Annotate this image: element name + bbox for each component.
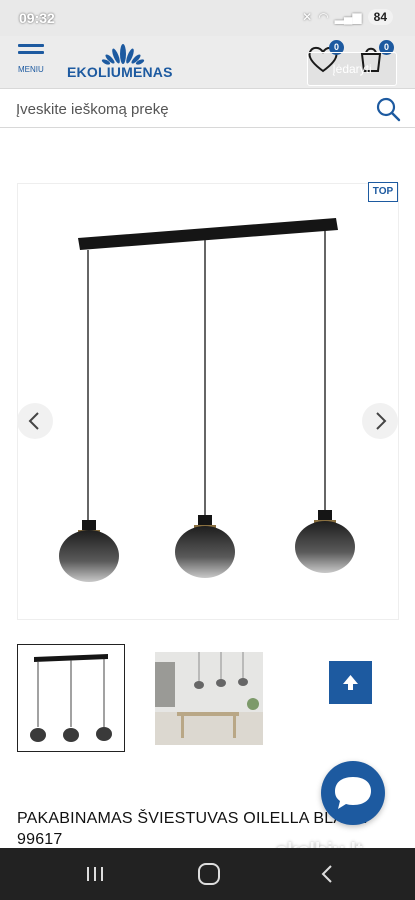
thumbnail-image [30, 654, 112, 742]
status-time: 09:32 [19, 10, 55, 26]
recent-apps-icon [87, 867, 103, 881]
menu-icon-bar [18, 51, 44, 54]
login-button[interactable]: Įėdaryti [307, 52, 397, 86]
menu-icon [18, 44, 44, 47]
thumbnail-image [155, 652, 263, 745]
logo-icon [101, 44, 145, 65]
status-icons: ✕ ◠ ▂▄▆ 84 [302, 9, 393, 25]
menu-button[interactable]: MENIU [18, 44, 48, 80]
gallery-thumbnail[interactable] [17, 644, 125, 752]
back-button[interactable] [314, 862, 340, 886]
signal-icon: ▂▄▆ [334, 10, 362, 24]
chevron-right-icon [376, 412, 387, 430]
home-button[interactable] [196, 862, 222, 886]
search-button[interactable] [375, 96, 401, 122]
battery-indicator: 84 [367, 9, 393, 25]
chat-icon [335, 777, 371, 809]
status-bar: 09:32 ✕ ◠ ▂▄▆ 84 [0, 0, 415, 36]
system-nav-bar [0, 848, 415, 900]
chat-button[interactable] [321, 761, 385, 825]
product-main-image[interactable] [40, 200, 360, 600]
mute-icon: ✕ [302, 10, 313, 24]
search-input[interactable] [16, 97, 356, 121]
gallery-next-button[interactable] [362, 403, 398, 439]
back-icon [321, 865, 332, 883]
search-bar [0, 88, 415, 128]
recent-apps-button[interactable] [82, 862, 108, 886]
top-badge: TOP [368, 182, 398, 202]
home-icon [198, 863, 220, 885]
gallery-prev-button[interactable] [17, 403, 53, 439]
site-logo[interactable]: EKOLIUMENAS [67, 42, 179, 82]
logo-text: EKOLIUMENAS [67, 64, 173, 80]
chevron-left-icon [28, 412, 39, 430]
arrow-up-icon [343, 675, 358, 690]
wifi-icon: ◠ [318, 10, 329, 24]
menu-label: MENIU [18, 65, 44, 74]
scroll-to-top-button[interactable] [329, 661, 372, 704]
search-icon [376, 97, 401, 122]
gallery-thumbnail[interactable] [155, 652, 263, 745]
